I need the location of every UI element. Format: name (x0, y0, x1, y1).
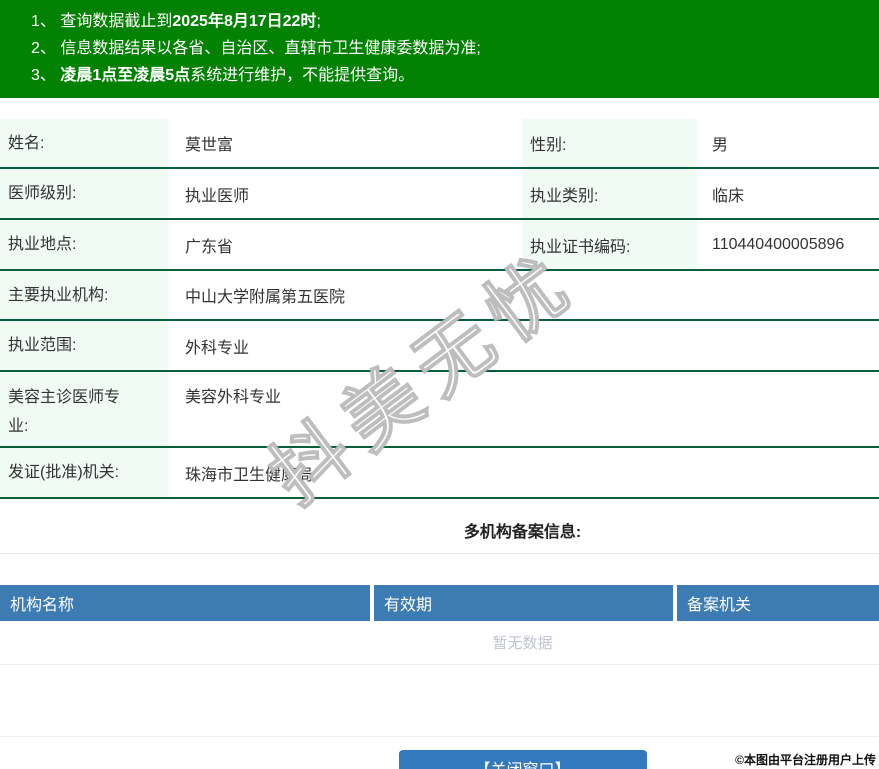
notice-line-1-end: ; (316, 13, 321, 30)
notice-banner: 1、 查询数据截止到2025年8月17日22时; 2、 信息数据结果以各省、自治… (0, 0, 879, 98)
notice-line-1-deadline: 2025年8月17日22时 (172, 13, 317, 30)
table-row: 执业范围: 外科专业 (0, 321, 879, 372)
name-label: 姓名: (0, 119, 168, 167)
practice-scope-label: 执业范围: (0, 321, 168, 370)
issuing-authority-label: 发证(批准)机关: (0, 448, 168, 497)
table-row: 医师级别: 执业医师 执业类别: 临床 (0, 169, 879, 220)
cosmetic-chief-specialty-label: 美容主诊医师专业: (0, 372, 168, 446)
org-name-column-header: 机构名称 (0, 585, 370, 621)
table-row: 姓名: 莫世富 性别: 男 (0, 119, 879, 169)
physician-level-label: 医师级别: (0, 169, 168, 218)
practitioner-info-table: 姓名: 莫世富 性别: 男 医师级别: 执业医师 执业类别: 临床 执业地点: … (0, 119, 879, 499)
close-window-button[interactable]: 【关闭窗口】 (398, 750, 647, 769)
table-row: 执业地点: 广东省 执业证书编码: 110440400005896 (0, 220, 879, 271)
practice-category-value: 临床 (712, 187, 745, 205)
practice-location-value: 广东省 (185, 238, 234, 256)
multi-org-section-title: 多机构备案信息: (463, 524, 582, 541)
practice-scope-value: 外科专业 (185, 339, 250, 357)
table-row: 发证(批准)机关: 珠海市卫生健康局 (0, 448, 879, 499)
gender-label: 性别: (523, 119, 697, 167)
main-institution-label: 主要执业机构: (0, 271, 168, 319)
main-institution-value: 中山大学附属第五医院 (185, 289, 346, 306)
table-row: 美容主诊医师专业: 美容外科专业 (0, 372, 879, 448)
filing-authority-column-header: 备案机关 (677, 585, 879, 621)
cosmetic-chief-specialty-value: 美容外科专业 (185, 389, 282, 406)
notice-line-2-text: 2、 信息数据结果以各省、自治区、直辖市卫生健康委数据为准; (31, 40, 481, 57)
gender-value: 男 (712, 137, 729, 154)
physician-level-value: 执业医师 (185, 187, 250, 205)
notice-line-3-maintenance-window: 凌晨1点至凌晨5点 (60, 67, 191, 84)
validity-period-column-header: 有效期 (374, 585, 673, 621)
notice-line-3-end: 系统进行维护，不能提供查询。 (190, 67, 415, 84)
certificate-number-value: 110440400005896 (712, 235, 845, 253)
physician-query-result-page: 1、 查询数据截止到2025年8月17日22时; 2、 信息数据结果以各省、自治… (0, 0, 879, 769)
certificate-number-label: 执业证书编码: (523, 220, 697, 269)
bottom-divider (0, 736, 879, 737)
notice-line-3-text: 3、 (31, 67, 61, 84)
practice-location-label: 执业地点: (0, 220, 168, 269)
notice-line-3: 3、 凌晨1点至凌晨5点系统进行维护，不能提供查询。 (31, 62, 869, 89)
practice-category-label: 执业类别: (523, 169, 697, 218)
notice-line-2: 2、 信息数据结果以各省、自治区、直辖市卫生健康委数据为准; (31, 35, 869, 62)
multi-org-table-header: 机构名称 有效期 备案机关 (0, 585, 879, 621)
upload-credit-text: ©本图由平台注册用户上传 (735, 753, 876, 767)
empty-data-row: 暂无数据 (0, 621, 879, 665)
notice-line-1: 1、 查询数据截止到2025年8月17日22时; (31, 8, 869, 35)
notice-line-1-text: 1、 查询数据截止到 (31, 13, 173, 30)
table-row: 主要执业机构: 中山大学附属第五医院 (0, 271, 879, 321)
section-divider (0, 553, 879, 554)
name-value: 莫世富 (185, 137, 234, 154)
issuing-authority-value: 珠海市卫生健康局 (185, 466, 314, 484)
empty-data-text: 暂无数据 (492, 635, 553, 652)
